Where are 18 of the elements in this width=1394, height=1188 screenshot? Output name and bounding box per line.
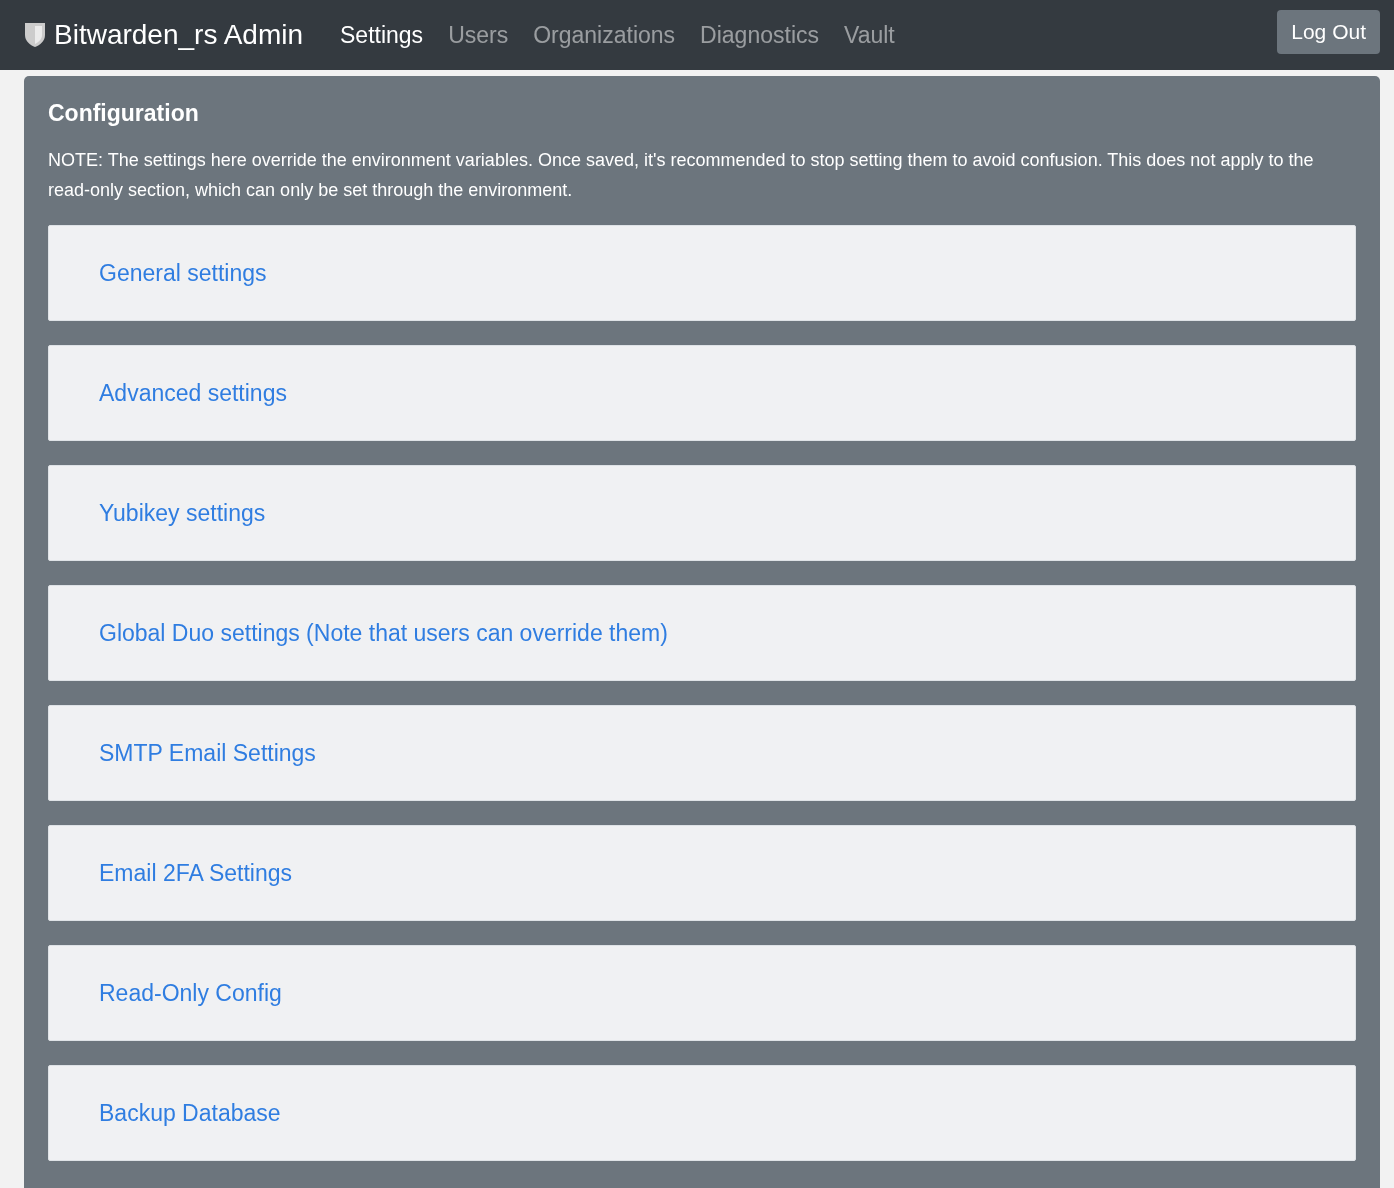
section-link[interactable]: Email 2FA Settings [99, 859, 293, 887]
section-link[interactable]: Read-Only Config [99, 979, 282, 1007]
section-link[interactable]: Advanced settings [99, 379, 287, 407]
nav-link[interactable]: Users [448, 21, 509, 49]
nav-link[interactable]: Organizations [533, 21, 676, 49]
nav-link[interactable]: Vault [844, 21, 895, 49]
section-link[interactable]: Global Duo settings (Note that users can override them) [99, 619, 668, 647]
section-link[interactable]: Yubikey settings [99, 499, 266, 527]
nav-link[interactable]: Diagnostics [700, 21, 819, 49]
nav-link[interactable]: Settings [340, 21, 424, 49]
section-link[interactable]: SMTP Email Settings [99, 739, 316, 767]
brand-title[interactable]: Bitwarden_rs Admin [54, 19, 303, 51]
note-text: NOTE: The settings here override the environment variables. Once saved, it's recommended to stop setting them to avoid confusion. This does not apply to the read-only section, which can only be set through the environment. [48, 149, 1315, 202]
panel-title: Configuration [48, 100, 200, 127]
logout-button[interactable]: Log Out [1277, 10, 1380, 54]
section-link[interactable]: General settings [99, 259, 267, 287]
section-link[interactable]: Backup Database [99, 1099, 281, 1127]
shield-icon [24, 22, 46, 48]
